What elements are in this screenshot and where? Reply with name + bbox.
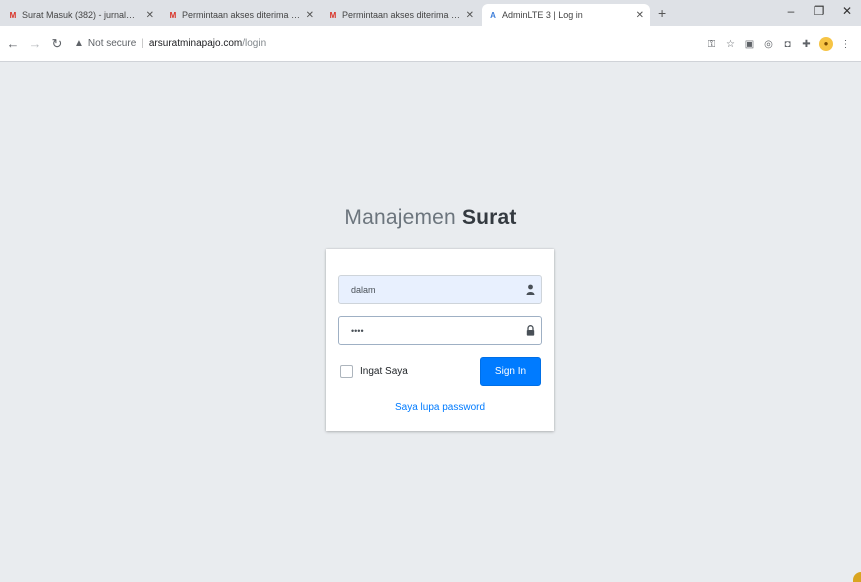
lock-icon <box>519 317 541 344</box>
browser-toolbar: ← → ↻ ▲ Not secure | arsuratminapajo.com… <box>0 26 861 62</box>
browser-tab-active[interactable]: A AdminLTE 3 | Log in ✕ <box>482 4 650 26</box>
tab-title: Permintaan akses diterima - Inbox <box>342 10 462 20</box>
minimize-button[interactable]: – <box>777 0 805 22</box>
gmail-icon: M <box>169 10 177 20</box>
reload-icon[interactable]: ↻ <box>48 36 66 52</box>
close-tab-icon[interactable]: ✕ <box>146 10 154 21</box>
login-page: Manajemen Surat dalam •••• Ingat Saya Si… <box>0 62 861 582</box>
logo-light-text: Manajemen <box>344 206 462 229</box>
star-icon[interactable]: ☆ <box>721 39 740 50</box>
remember-checkbox[interactable] <box>340 365 353 378</box>
address-bar[interactable]: ▲ Not secure | arsuratminapajo.com /logi… <box>74 31 694 56</box>
page-logo: Manajemen Surat <box>0 206 861 230</box>
gmail-icon: M <box>9 10 17 20</box>
sign-in-button[interactable]: Sign In <box>480 357 541 386</box>
extension-shield-icon[interactable]: ◘ <box>778 39 797 50</box>
password-value[interactable]: •••• <box>339 326 519 336</box>
forward-arrow-icon[interactable]: → <box>26 36 44 51</box>
extension-box-icon[interactable]: ▣ <box>740 39 759 50</box>
password-field[interactable]: •••• <box>338 316 542 345</box>
profile-avatar-icon[interactable]: ● <box>819 37 833 51</box>
login-card: dalam •••• Ingat Saya Sign In Saya lupa … <box>326 249 554 431</box>
browser-tab-3[interactable]: M Permintaan akses diterima - Inbox ✕ <box>322 4 480 26</box>
tab-title: Permintaan akses diterima - Inbox <box>182 10 302 20</box>
window-controls: – ❐ ✕ <box>777 0 861 22</box>
gmail-icon: M <box>329 10 337 20</box>
browser-tab-1[interactable]: M Surat Masuk (382) - jurnal@seminar.ac.… <box>2 4 160 26</box>
extension-circle-icon[interactable]: ◎ <box>759 39 778 50</box>
user-icon <box>519 276 541 303</box>
close-tab-icon[interactable]: ✕ <box>306 10 314 21</box>
close-window-button[interactable]: ✕ <box>833 0 861 22</box>
adminlte-favicon-icon: A <box>490 10 496 20</box>
username-value[interactable]: dalam <box>339 285 519 295</box>
security-status: Not secure <box>87 38 137 49</box>
logo-bold-text: Surat <box>461 206 517 229</box>
divider: | <box>141 38 144 49</box>
forgot-password-link[interactable]: Saya lupa password <box>326 402 554 413</box>
url-host: arsuratminapajo.com <box>148 38 243 49</box>
menu-dots-icon[interactable]: ⋮ <box>836 39 855 50</box>
restore-button[interactable]: ❐ <box>805 0 833 22</box>
browser-tab-2[interactable]: M Permintaan akses diterima - Inbox ✕ <box>162 4 320 26</box>
new-tab-button[interactable]: + <box>658 3 666 23</box>
remember-label[interactable]: Ingat Saya <box>360 366 408 377</box>
tab-title: Surat Masuk (382) - jurnal@seminar.ac.id <box>22 10 142 20</box>
username-field[interactable]: dalam <box>338 275 542 304</box>
remember-me[interactable]: Ingat Saya <box>340 365 408 378</box>
browser-tab-strip: M Surat Masuk (382) - jurnal@seminar.ac.… <box>0 0 861 26</box>
puzzle-icon[interactable]: ✚ <box>797 39 816 50</box>
back-arrow-icon[interactable]: ← <box>4 36 22 51</box>
key-icon[interactable]: ⚿ <box>702 39 721 50</box>
warning-triangle-icon[interactable]: ▲ <box>74 38 84 49</box>
floating-widget-icon[interactable] <box>853 572 861 582</box>
close-tab-icon[interactable]: ✕ <box>636 10 644 21</box>
tab-title: AdminLTE 3 | Log in <box>502 10 583 20</box>
close-tab-icon[interactable]: ✕ <box>466 10 474 21</box>
toolbar-icons: ⚿ ☆ ▣ ◎ ◘ ✚ ● ⋮ <box>702 26 855 62</box>
url-path: /login <box>242 38 267 49</box>
